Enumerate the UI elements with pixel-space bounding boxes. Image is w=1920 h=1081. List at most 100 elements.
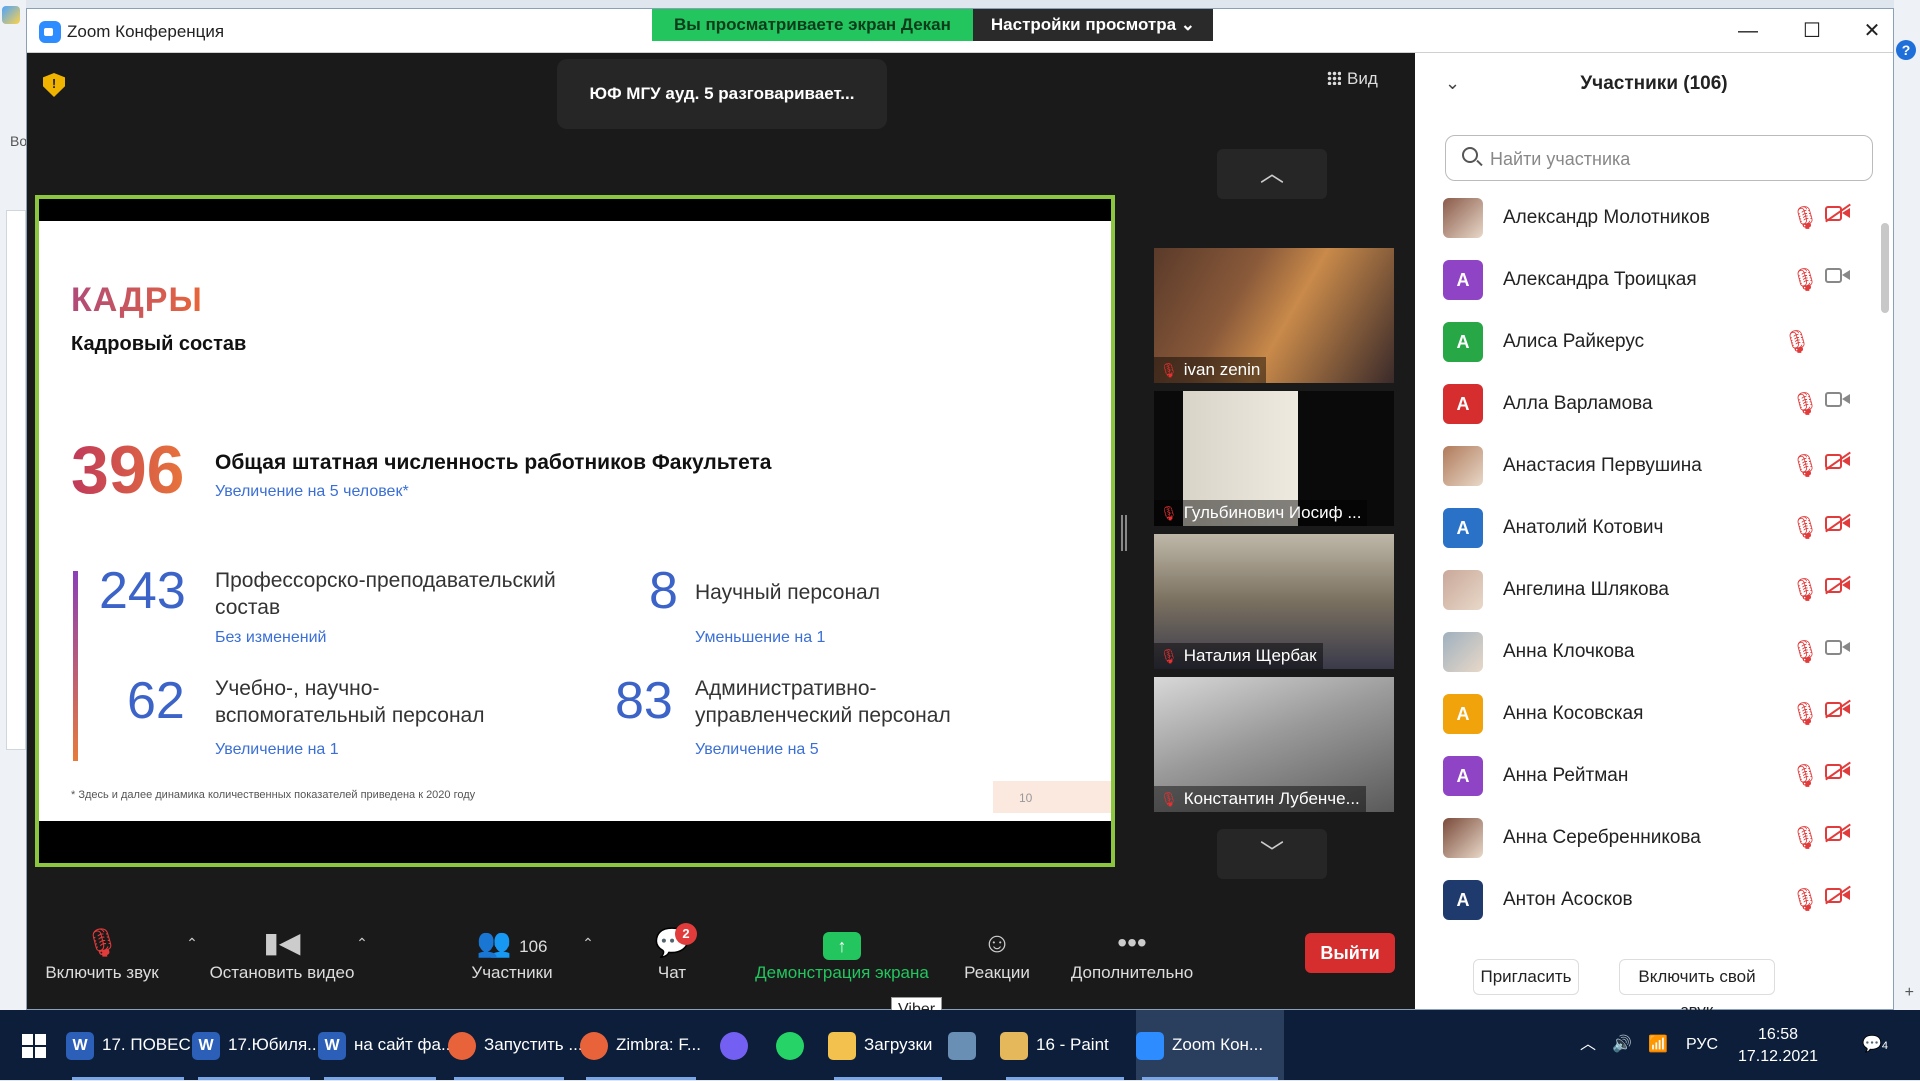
plus-icon: + [1904,984,1914,1001]
stat-label-line: вспомогательный персонал [215,704,485,727]
zoom-window: Zoom Конференция Вы просматриваете экран… [26,8,1897,1023]
participant-row[interactable]: А Алиса Райкерус 🎙 [1415,311,1885,373]
video-options-caret[interactable]: ⌃ [347,923,377,963]
word-doc-task[interactable]: Wна сайт фа... [318,1010,455,1080]
windows-start-icon[interactable] [22,1034,46,1058]
minimize-button[interactable]: — [1723,19,1773,43]
language-indicator[interactable]: РУС [1686,1010,1726,1080]
share-screen-label: Демонстрация экрана [755,963,929,982]
desktop-left-edge: Во [0,0,27,1010]
scroll-down-button[interactable]: ﹀ [1217,829,1327,879]
whatsapp-task[interactable] [776,1010,826,1080]
participant-row[interactable]: А Анатолий Котович 🎙 [1415,497,1885,559]
muted-mic-icon: 🎙 [84,927,120,958]
avatar: А [1443,260,1483,300]
security-shield-icon[interactable]: ! [43,73,65,97]
paint-task[interactable]: 16 - Paint [1000,1010,1130,1080]
video-thumbnail[interactable]: 🎙 Константин Лубенче... [1154,677,1394,812]
participants-options-caret[interactable]: ⌃ [573,923,603,963]
participant-name: Анатолий Котович [1503,517,1664,538]
participant-row[interactable]: Александр Молотников 🎙 [1415,187,1885,249]
participant-row[interactable]: А Алла Варламова 🎙 [1415,373,1885,435]
share-screen-button[interactable]: ↑ Демонстрация экрана [727,923,957,983]
participants-icon: 👥 106 [476,927,548,958]
scroll-up-button[interactable]: ︿ [1217,149,1327,199]
reactions-button[interactable]: ☺ Реакции [947,923,1047,983]
app-task[interactable] [948,1010,998,1080]
search-icon [1462,147,1478,163]
window-title: Zoom Конференция [67,22,225,41]
app-icon [448,1031,476,1060]
word-doc-task[interactable]: W 17. ПОВЕС... [66,1010,205,1080]
viber-task[interactable] [720,1010,770,1080]
zoom-task[interactable]: Zoom Кон... [1136,1010,1284,1080]
participant-row[interactable]: А Анна Рейтман 🎙 [1415,745,1885,807]
collapse-chevron-icon[interactable]: ⌄ [1445,73,1460,94]
desktop-app-icon [2,6,20,24]
firefox-task[interactable]: Запустить ... [448,1010,583,1080]
firefox-zimbra-task[interactable]: Zimbra: F... [580,1010,702,1080]
maximize-button[interactable]: ☐ [1787,19,1837,43]
slide-page-number: 10 [993,781,1111,813]
unmute-button[interactable]: 🎙 Включить звук [37,923,167,983]
clock[interactable]: 16:58 17.12.2021 [1738,1024,1818,1068]
view-button[interactable]: Вид [1327,69,1378,89]
participants-title: Участники (106) [1580,73,1728,94]
participant-row[interactable]: Анастасия Первушина 🎙 [1415,435,1885,497]
muted-mic-icon: 🎙 [1160,505,1178,521]
video-thumbnail[interactable]: 🎙 ivan zenin [1154,248,1394,383]
invite-button[interactable]: Пригласить [1473,959,1579,995]
avatar: А [1443,694,1483,734]
participant-name: Антон Асосков [1503,889,1633,910]
participants-button[interactable]: 👥 106 Участники [457,923,567,983]
avatar [1443,632,1483,672]
muted-mic-icon: 🎙 [1791,515,1819,540]
more-button[interactable]: ••• Дополнительно [1057,923,1207,983]
unmute-me-button[interactable]: Включить свой звук [1619,959,1775,1020]
share-screen-icon: ↑ [823,932,861,960]
stat-label-line: управленческий персонал [695,704,951,727]
total-staff-change: Увеличение на 5 человек* [215,483,409,500]
network-icon[interactable]: 📶 [1648,1010,1678,1080]
downloads-folder-task[interactable]: Загрузки [828,1010,948,1080]
chat-button[interactable]: 💬 2 Чат [637,923,707,983]
participants-panel: Участники (106) ⌄ Александр Молотников🎙А… [1415,53,1893,1020]
muted-mic-icon: 🎙 [1791,205,1819,230]
video-off-icon [1825,699,1851,719]
participants-count: 106 [519,937,548,956]
word-doc-task[interactable]: W 17.Юбиля... [192,1010,321,1080]
video-thumbnail[interactable]: 🎙 Наталия Щербак [1154,534,1394,669]
participant-search-input[interactable] [1488,146,1858,172]
stat-change: Без изменений [215,629,327,646]
total-staff-label: Общая штатная численность работников Фак… [215,451,772,474]
participant-row[interactable]: А Анна Косовская 🎙 [1415,683,1885,745]
participant-row[interactable]: А Александра Троицкая 🎙 [1415,249,1885,311]
chat-icon: 💬 [654,927,690,958]
stat-label: Научный персонал [695,579,880,606]
help-icon[interactable]: ? [1896,40,1916,60]
notifications-icon[interactable]: 💬4 [1862,1010,1902,1080]
volume-icon[interactable]: 🔊 [1612,1010,1642,1080]
participant-row[interactable]: Анна Клочкова 🎙 [1415,621,1885,683]
stat-label: Профессорско-преподавательский состав [215,567,556,621]
unmute-label: Включить звук [45,963,159,982]
stat-label-line: Научный персонал [695,581,880,604]
close-button[interactable]: ✕ [1847,19,1897,43]
participant-row[interactable]: Анна Серебренникова 🎙 [1415,807,1885,869]
split-handle[interactable] [1121,515,1127,551]
participant-row[interactable]: Ангелина Шлякова 🎙 [1415,559,1885,621]
task-label: 16 - Paint [1036,1035,1109,1054]
app-icon: W [318,1031,346,1060]
more-label: Дополнительно [1070,963,1194,982]
participant-name: Алла Варламова [1503,393,1653,414]
video-thumbnail[interactable]: 🎙 Гульбинович Иосиф ... [1154,391,1394,526]
grid-icon [1327,71,1341,85]
participant-row[interactable]: А Антон Асосков 🎙 [1415,869,1885,931]
clock-date: 17.12.2021 [1738,1048,1819,1065]
view-label: Вид [1347,69,1378,88]
zoom-logo-icon [39,21,61,43]
leave-button[interactable]: Выйти [1305,933,1395,973]
view-options-button[interactable]: Настройки просмотра ⌄ [972,9,1214,41]
show-hidden-icons[interactable]: ︿ [1580,1010,1610,1080]
participant-list-scrollbar[interactable] [1881,223,1889,313]
